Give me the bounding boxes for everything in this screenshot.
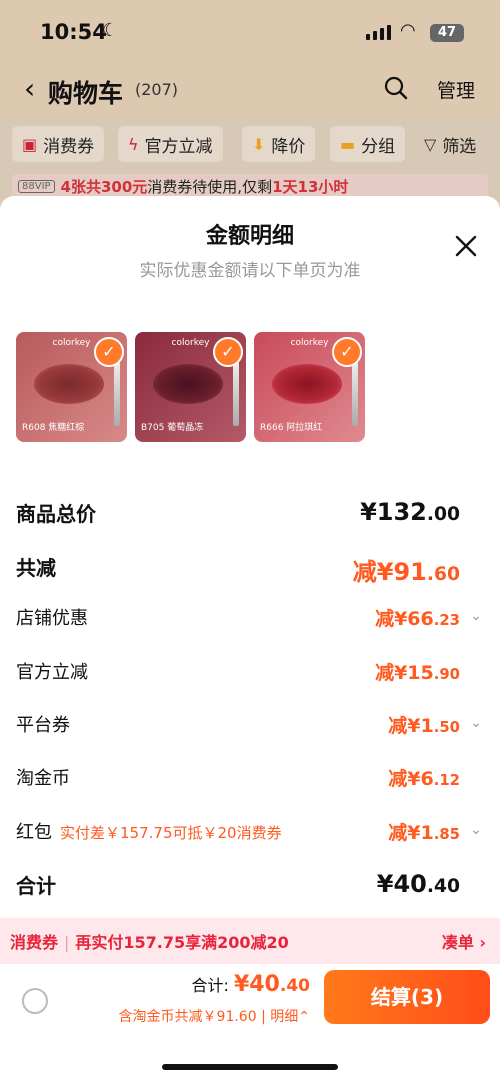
lipstick-image <box>114 362 120 426</box>
filter-chip-filter[interactable]: ▽ 筛选 <box>414 126 486 162</box>
filter-bar: ▣ 消费券 ϟ 官方立减 ⬇ 降价 ▬ 分组 ▽ 筛选 88VIP 4张共300… <box>0 118 500 198</box>
row-label: 平台券 <box>16 715 70 736</box>
page-title: 购物车 <box>48 79 124 108</box>
status-bar: 10:54 ☾ ◠ 47 <box>0 0 500 64</box>
lipstick-image <box>233 362 239 426</box>
row-amount: 减¥66.23 <box>375 608 460 630</box>
moon-icon: ☾ <box>102 20 119 41</box>
vip-count: 4张共300元 <box>60 177 148 196</box>
row-amount: 减¥1.50 <box>388 715 460 737</box>
lightning-icon: ϟ <box>128 134 139 154</box>
filter-chip-label: 官方立减 <box>144 136 213 157</box>
home-indicator <box>162 1064 338 1070</box>
row-shop-discount[interactable]: 店铺优惠 减¥66.23 ⌄ <box>16 604 484 634</box>
product-thumbnails: colorkey R608 焦糖红棕 ✓ colorkey B705 葡萄晶冻 … <box>16 332 365 442</box>
product-caption: R666 阿拉琪红 <box>260 423 323 433</box>
back-icon[interactable]: ‹ <box>24 72 35 105</box>
row-total-discount: 共减 减¥91.60 <box>16 552 484 586</box>
row-amount: ¥40.40 <box>376 870 460 898</box>
row-amount: 减¥1.85 <box>388 822 460 844</box>
row-amount: 减¥15.90 <box>375 662 460 684</box>
row-amount: ¥132.00 <box>360 498 460 526</box>
row-platform-coupon[interactable]: 平台券 减¥1.50 ⌄ <box>16 711 484 741</box>
vip-banner: 88VIP 4张共300元消费券待使用,仅剩1天13小时 <box>12 174 488 198</box>
checkout-footer: 合计: ¥40.40 含淘金币共减￥91.60 | 明细⌃ 结算(3) <box>0 964 500 1082</box>
product-caption: R608 焦糖红棕 <box>22 423 85 433</box>
manage-button[interactable]: 管理 <box>437 76 475 103</box>
row-amount: 减¥91.60 <box>352 558 460 586</box>
cart-count: (207) <box>135 80 179 99</box>
filter-chip-official-discount[interactable]: ϟ 官方立减 <box>118 126 223 162</box>
row-amount: 减¥6.12 <box>388 768 460 790</box>
promo-text: 消费券 | 再实付157.75享满200减20 <box>10 933 289 952</box>
filter-chip-label: 降价 <box>271 136 306 157</box>
footer-total: 合计: ¥40.40 <box>191 972 310 997</box>
checkout-button[interactable]: 结算(3) <box>324 970 490 1024</box>
filter-chip-label: 消费券 <box>43 136 95 157</box>
vip-text: 4张共300元消费券待使用,仅剩1天13小时 <box>61 176 349 197</box>
filter-chip-price-down[interactable]: ⬇ 降价 <box>242 126 316 162</box>
promo-strip: 消费券 | 再实付157.75享满200减20 凑单 › <box>0 918 500 964</box>
red-packet-note: 实付差￥157.75可抵￥20消费券 <box>60 824 282 842</box>
chevron-down-icon[interactable]: ⌄ <box>470 608 482 624</box>
chevron-up-icon[interactable]: ⌃ <box>298 1009 310 1025</box>
sheet-subtitle: 实际优惠金额请以下单页为准 <box>139 261 361 281</box>
wifi-icon: ◠ <box>400 20 416 41</box>
row-taobao-coins: 淘金币 减¥6.12 <box>16 764 484 794</box>
coupon-icon: ▣ <box>22 134 38 154</box>
filter-chip-label: 筛选 <box>442 136 477 157</box>
vip-tag: 88VIP <box>18 179 55 193</box>
lips-image <box>153 364 223 404</box>
filter-chip-label: 分组 <box>361 136 396 157</box>
filter-chip-coupon[interactable]: ▣ 消费券 <box>12 126 105 162</box>
check-icon[interactable]: ✓ <box>213 337 243 367</box>
chevron-down-icon[interactable]: ⌄ <box>470 715 482 731</box>
row-label: 红包 实付差￥157.75可抵￥20消费券 <box>16 822 282 843</box>
lips-image <box>34 364 104 404</box>
product-caption: B705 葡萄晶冻 <box>141 423 204 433</box>
product-thumb[interactable]: colorkey R608 焦糖红棕 ✓ <box>16 332 127 442</box>
filter-icon: ▽ <box>424 134 437 154</box>
folder-icon: ▬ <box>340 134 356 154</box>
lips-image <box>272 364 342 404</box>
product-thumb[interactable]: colorkey R666 阿拉琪红 ✓ <box>254 332 365 442</box>
footer-saved[interactable]: 含淘金币共减￥91.60 | 明细⌃ <box>119 1006 310 1026</box>
product-thumb[interactable]: colorkey B705 葡萄晶冻 ✓ <box>135 332 246 442</box>
row-label: 商品总价 <box>16 502 96 526</box>
vip-mid: 消费券待使用,仅剩 <box>147 177 273 196</box>
check-icon[interactable]: ✓ <box>94 337 124 367</box>
row-label: 淘金币 <box>16 768 70 789</box>
row-label: 店铺优惠 <box>16 608 88 629</box>
check-icon[interactable]: ✓ <box>332 337 362 367</box>
filter-chip-group[interactable]: ▬ 分组 <box>330 126 406 162</box>
row-label: 共减 <box>16 556 56 580</box>
chevron-down-icon[interactable]: ⌄ <box>470 822 482 838</box>
lipstick-image <box>352 362 358 426</box>
search-icon[interactable] <box>384 76 408 100</box>
battery-icon: 47 <box>430 24 464 42</box>
row-label: 合计 <box>16 874 56 898</box>
amount-detail-sheet: 金额明细 实际优惠金额请以下单页为准 colorkey R608 焦糖红棕 ✓ … <box>0 196 500 1082</box>
price-down-icon: ⬇ <box>252 134 266 154</box>
nav-bar: ‹ 购物车 (207) 管理 <box>0 70 500 110</box>
select-all-radio[interactable] <box>22 988 48 1014</box>
add-items-link[interactable]: 凑单 › <box>442 929 486 953</box>
row-official-discount: 官方立减 减¥15.90 <box>16 658 484 688</box>
vip-time-left: 1天13小时 <box>272 177 349 196</box>
sheet-title: 金额明细 <box>205 224 294 249</box>
row-red-packet[interactable]: 红包 实付差￥157.75可抵￥20消费券 减¥1.85 ⌄ <box>16 818 484 848</box>
signal-icon <box>366 25 391 40</box>
row-subtotal: 商品总价 ¥132.00 <box>16 498 484 528</box>
row-label: 官方立减 <box>16 662 88 683</box>
status-time: 10:54 <box>40 20 107 44</box>
row-grand-total: 合计 ¥40.40 <box>16 870 484 900</box>
close-icon[interactable] <box>452 232 480 260</box>
